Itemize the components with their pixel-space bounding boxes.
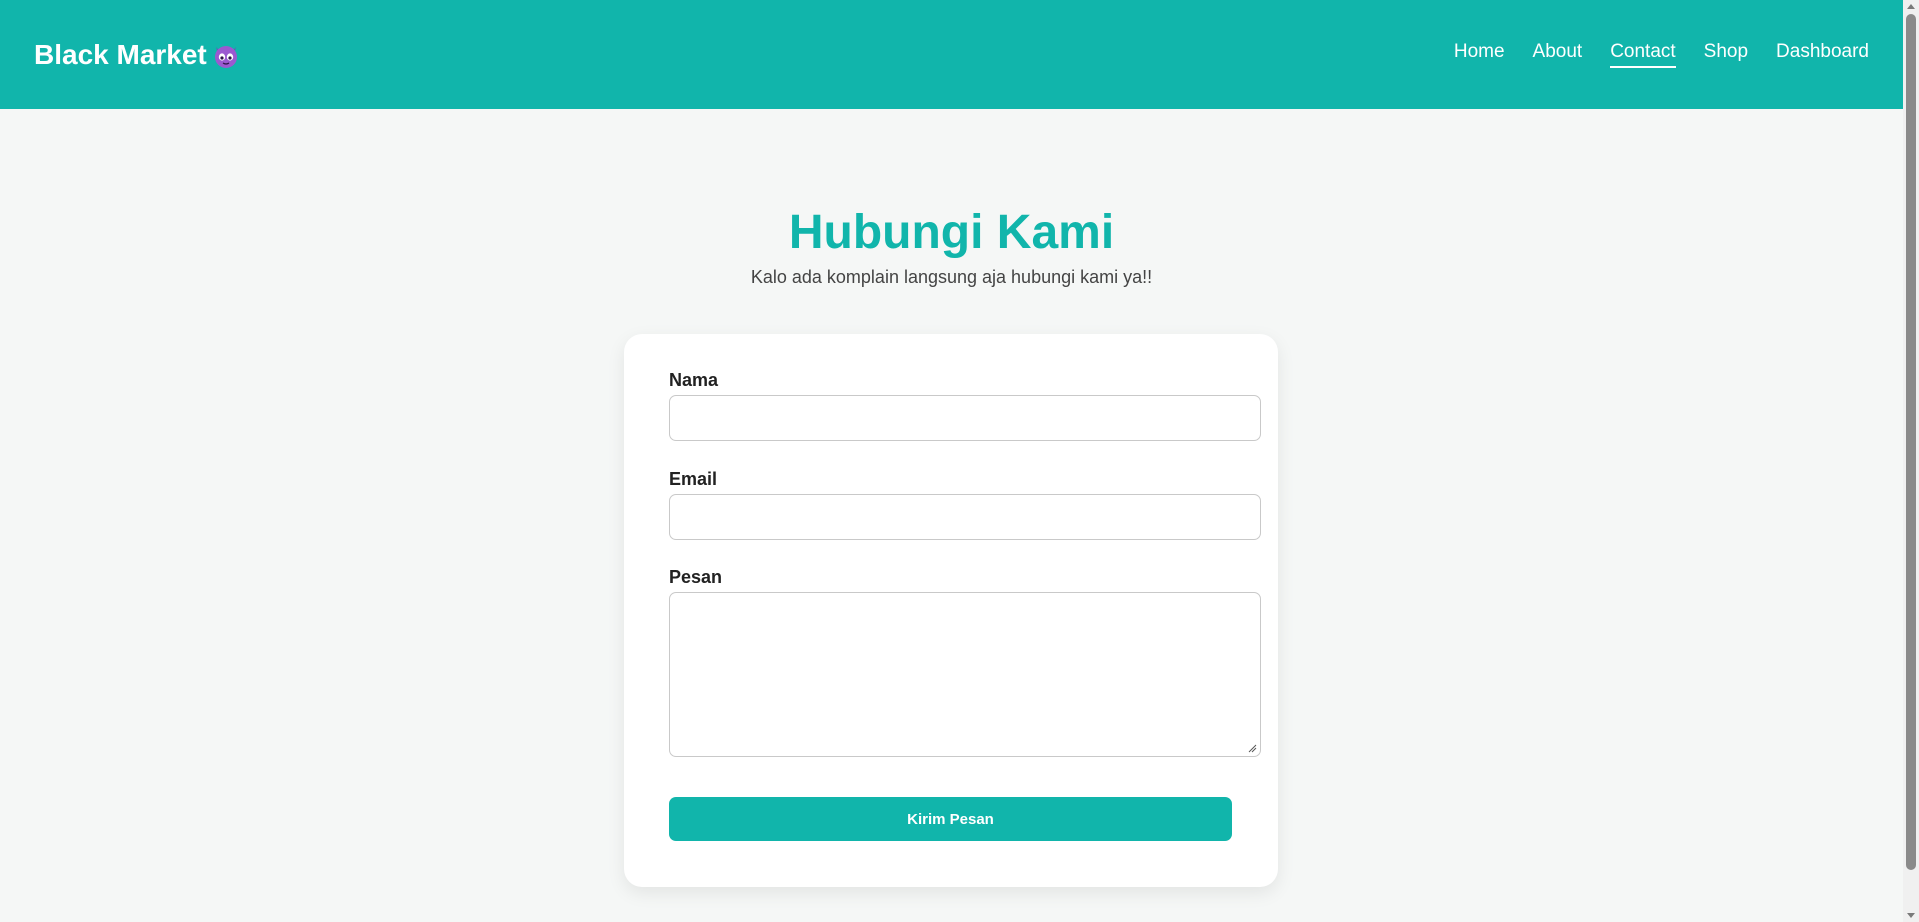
main-nav: Home About Contact Shop Dashboard xyxy=(1454,41,1869,68)
brand-logo[interactable]: Black Market xyxy=(34,39,241,71)
nav-link-home[interactable]: Home xyxy=(1454,41,1505,68)
page-scrollbar[interactable] xyxy=(1903,0,1919,922)
nav-link-shop[interactable]: Shop xyxy=(1704,41,1748,68)
page-subtitle: Kalo ada komplain langsung aja hubungi k… xyxy=(750,267,1153,287)
resize-handle-icon[interactable] xyxy=(1248,744,1257,753)
scroll-thumb[interactable] xyxy=(1906,14,1916,870)
devil-emoji-icon xyxy=(214,45,237,68)
nav-link-dashboard[interactable]: Dashboard xyxy=(1776,41,1869,68)
main-content: Hubungi Kami Kalo ada komplain langsung … xyxy=(0,109,1903,922)
contact-page: Black Market Home About Contact Shop Das… xyxy=(0,0,1919,922)
message-textarea[interactable] xyxy=(669,592,1261,757)
scroll-down-icon[interactable] xyxy=(1906,910,1916,920)
nav-link-contact[interactable]: Contact xyxy=(1610,41,1676,68)
name-label: Nama xyxy=(669,370,719,390)
message-label: Pesan xyxy=(669,567,723,587)
scroll-up-icon[interactable] xyxy=(1906,2,1916,12)
brand-name: Black Market xyxy=(34,38,207,70)
navbar: Black Market Home About Contact Shop Das… xyxy=(0,0,1903,109)
submit-button[interactable]: Kirim Pesan xyxy=(669,797,1232,841)
email-label: Email xyxy=(669,469,718,489)
page-title: Hubungi Kami xyxy=(788,206,1115,259)
name-field[interactable] xyxy=(669,395,1261,441)
email-field[interactable] xyxy=(669,494,1261,540)
contact-form: Nama Email Pesan Kirim Pesan xyxy=(624,334,1278,887)
nav-link-about[interactable]: About xyxy=(1533,41,1583,68)
